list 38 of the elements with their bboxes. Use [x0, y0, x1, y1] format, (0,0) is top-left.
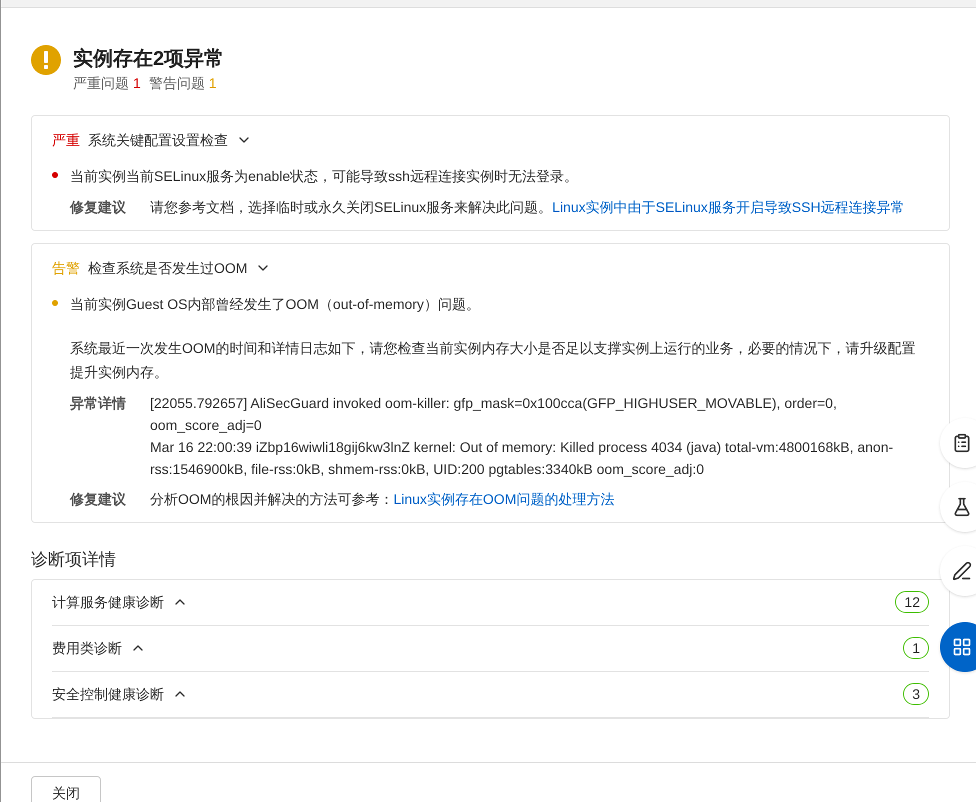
diagnostic-toggle[interactable]: 安全控制健康诊断: [52, 684, 188, 704]
severity-label: 告警: [52, 258, 80, 278]
detail-label: 异常详情: [70, 394, 127, 413]
issue-title-toggle[interactable]: 检查系统是否发生过OOM: [88, 258, 272, 278]
issue-description: 当前实例Guest OS内部曾经发生了OOM（out-of-memory）问题。: [70, 295, 481, 314]
apps-button[interactable]: [940, 622, 976, 672]
section-title: 诊断项详情: [31, 549, 117, 571]
doc-link[interactable]: Linux实例中由于SELinux服务开启导致SSH远程连接异常: [552, 199, 905, 215]
summary-count: 1: [208, 74, 217, 93]
log-line: [22055.792657] AliSecGuard invoked oom-killer: gfp_mask=0x100cca(GFP_HIGHUSER_MOVABLE), order=0, oom_score_adj=0: [150, 394, 838, 435]
flask-icon: [952, 497, 972, 517]
diagnostic-toggle[interactable]: 计算服务健康诊断: [52, 592, 188, 612]
repair-suggestion: 分析OOM的根因并解决的方法可参考：Linux实例存在OOM问题的处理方法: [150, 490, 614, 509]
issue-note: 系统最近一次发生OOM的时间和详情日志如下，请您检查当前实例内存大小是否足以支撑实例上运行的业务，必要的情况下，请升级配置提升实例内存。: [70, 339, 916, 382]
grid-icon: [952, 637, 972, 657]
close-button[interactable]: 关闭: [31, 776, 101, 802]
warning-icon: [31, 45, 61, 75]
edit-button[interactable]: [940, 546, 976, 596]
summary-label: 警告问题: [148, 74, 205, 93]
detail-label: 修复建议: [70, 198, 127, 217]
log-line: Mar 16 22:00:39 iZbp16wiwli18gij6kw3lnZ kernel: Out of memory: Killed process 4034 (java) total-vm:4800168kB, anon-rss:1546900kB, file-rss:0kB, shmem-rss:0kB, UID:200 pgtables:3340kB oom_score_adj:0: [150, 438, 894, 479]
clipboard-button[interactable]: [940, 418, 976, 468]
severity-label: 严重: [52, 130, 80, 150]
page-title: 实例存在2项异常: [73, 46, 224, 72]
issue-title-toggle[interactable]: 系统关键配置设置检查: [88, 130, 252, 150]
summary-count: 1: [133, 74, 141, 93]
repair-suggestion: 请您参考文档，选择临时或永久关闭SELinux服务来解决此问题。Linux实例中由于SELinux服务开启导致SSH远程连接异常: [150, 198, 905, 217]
doc-link[interactable]: Linux实例存在OOM问题的处理方法: [393, 491, 614, 507]
pencil-icon: [952, 561, 972, 581]
issue-description: 当前实例当前SELinux服务为enable状态，可能导致ssh远程连接实例时无法登录。: [70, 167, 578, 186]
clipboard-icon: [952, 433, 972, 453]
count-badge: 12: [895, 591, 929, 613]
detail-label: 修复建议: [70, 490, 127, 509]
flask-button[interactable]: [940, 482, 976, 532]
diagnostic-toggle[interactable]: 费用类诊断: [52, 638, 146, 658]
count-badge: 1: [903, 637, 929, 659]
summary-label: 严重问题: [73, 74, 129, 93]
count-badge: 3: [903, 683, 929, 705]
